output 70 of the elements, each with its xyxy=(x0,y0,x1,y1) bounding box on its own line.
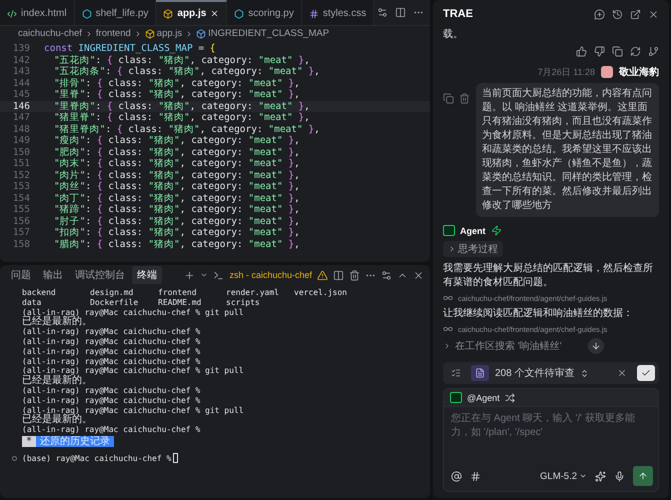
model-select[interactable]: GLM-5.2 xyxy=(540,470,587,482)
terminal-line: (all-in-rag) ray@Mac caichuchu-chef % xyxy=(22,425,202,435)
breadcrumb-item[interactable]: app.js xyxy=(144,28,182,39)
agent-message: 让我继续阅读匹配逻辑和响油鳝丝的数据： xyxy=(443,307,634,321)
code-line: 150 "肥肉": { class: "猪肉", category: "meat" }, xyxy=(12,146,301,158)
editor-tab[interactable]: shelf_life.py xyxy=(74,0,156,25)
code-line: 144 "排骨": { class: "猪肉", category: "meat" }, xyxy=(12,78,301,89)
user-message: 当前页面大厨总结的功能，内容有点问题。以 响油鳝丝 这道菜举例。这里面只有猪油没有猪肉，而且也没有蔬菜作为食材原料。但是大厨总结出现了猪油和蔬菜类的总结。我希望这里不应该出现猪肉，鱼虾水产（鳝鱼不是鱼），蔬菜类的总结知识。同样的类比管理，检查一下所有的菜。然后修改并最后列出修改了哪些地方 xyxy=(476,83,659,217)
panel-tab[interactable]: 调试控制台 xyxy=(70,266,130,284)
message-text: 载。 xyxy=(443,28,464,42)
file-name: scripts xyxy=(226,298,261,308)
terminal-line: (all-in-rag) ray@Mac caichuchu-chef % xyxy=(22,336,202,347)
agent-name: Agent xyxy=(460,226,486,236)
chat-input[interactable]: 您正在与 Agent 聊天，输入 '/' 获取更多能力，如 '/plan', '/spec' xyxy=(444,407,658,466)
panel-tab[interactable]: 问题 xyxy=(6,266,36,284)
code-line: 151 "肉末": { class: "猪肉", category: "meat" }, xyxy=(12,158,301,170)
file-name: data xyxy=(22,298,42,308)
panel-title: TRAE xyxy=(443,8,473,20)
terminal-line: 已经是最新的。 xyxy=(22,317,92,328)
thinking-toggle[interactable]: 思考过程 xyxy=(443,241,503,257)
breadcrumb-item[interactable]: frontend xyxy=(96,28,131,39)
terminal-prompt: (base) ray@Mac caichuchu-chef % xyxy=(22,452,172,464)
file-name: frontend xyxy=(158,288,198,298)
editor-tab[interactable]: index.html xyxy=(0,0,75,25)
code-line: 157 "扣肉": { class: "猪肉", category: "meat" }, xyxy=(12,227,301,238)
panel-tab[interactable]: 终端 xyxy=(132,266,162,284)
file-name: vercel.json xyxy=(294,288,348,298)
editor-tab[interactable]: scoring.py xyxy=(227,0,302,25)
code-line: 143 "五花肉条": { class: "猪肉", category: "meat" }, xyxy=(12,66,321,78)
file-name: Dockerfile xyxy=(90,298,140,308)
breadcrumb-item[interactable]: INGREDIENT_CLASS_MAP xyxy=(196,28,330,39)
chat-input-box[interactable]: @Agent 您正在与 Agent 聊天，输入 '/' 获取更多能力，如 '/plan', '/spec' GLM-5.2 xyxy=(443,388,659,492)
panel-tab[interactable]: 输出 xyxy=(38,266,68,284)
code-line: 155 "猪蹄": { class: "猪肉", category: "meat" }, xyxy=(12,204,301,216)
code-line: 154 "肉丁": { class: "猪肉", category: "meat" }, xyxy=(12,192,301,204)
code-line: 139 const INGREDIENT_CLASS_MAP = { xyxy=(12,43,217,54)
terminal-line: (all-in-rag) ray@Mac caichuchu-chef % xyxy=(22,386,202,396)
editor-tab[interactable]: styles.css xyxy=(302,0,374,25)
code-line: 153 "肉丝": { class: "猪肉", category: "meat" }, xyxy=(12,181,301,192)
search-step[interactable]: 在工作区搜索 '响油鳝丝' xyxy=(455,339,562,353)
history-key: * xyxy=(22,436,36,447)
code-line: 142 "五花肉": { class: "猪肉", category: "meat" }, xyxy=(12,54,311,66)
code-line: 147 "猪里脊": { class: "猪肉", category: "meat" }, xyxy=(12,112,311,124)
code-line: 148 "猪里脊肉": { class: "猪肉", category: "meat" }, xyxy=(12,124,321,135)
agent-message: 我需要先理解大厨总结的匹配逻辑，然后检查所有菜谱的食材匹配问题。 xyxy=(443,262,654,290)
terminal-line: (all-in-rag) ray@Mac caichuchu-chef % xyxy=(22,327,202,337)
review-count[interactable]: 208 个文件待审查 xyxy=(495,366,574,380)
message-time: 7月26日 11:28 xyxy=(538,66,595,78)
file-name: design.md xyxy=(90,288,134,298)
terminal-name[interactable]: zsh - caichuchu-chef xyxy=(229,270,312,280)
terminal-line: 已经是最新的。 xyxy=(22,376,92,386)
terminal-line: (all-in-rag) ray@Mac caichuchu-chef % xyxy=(22,346,202,357)
file-name: backend xyxy=(22,288,57,298)
file-name: README.md xyxy=(158,298,202,308)
code-line: 145 "里脊": { class: "猪肉", category: "meat" }, xyxy=(12,89,301,100)
agent-mention: @Agent xyxy=(467,392,500,402)
user-name: 敬业海豹 xyxy=(619,66,659,79)
code-line: 158 "腊肉": { class: "猪肉", category: "meat" }, xyxy=(12,238,301,250)
terminal-line: (all-in-rag) ray@Mac caichuchu-chef % git pull xyxy=(22,406,245,415)
editor-tab[interactable]: app.js xyxy=(156,0,228,25)
terminal-line: (all-in-rag) ray@Mac caichuchu-chef % xyxy=(22,396,202,406)
code-line: 152 "肉片": { class: "猪肉", category: "meat" }, xyxy=(12,170,301,181)
code-line: 156 "肘子": { class: "猪肉", category: "meat" }, xyxy=(12,216,301,227)
terminal-line: (all-in-rag) ray@Mac caichuchu-chef % xyxy=(22,356,202,366)
file-name: render.yaml xyxy=(226,288,280,298)
terminal-line: 已经是最新的。 xyxy=(22,415,92,426)
code-line: 149 "瘦肉": { class: "猪肉", category: "meat" }, xyxy=(12,135,301,146)
terminal-line: (all-in-rag) ray@Mac caichuchu-chef % git pull xyxy=(22,308,245,317)
terminal-line: (all-in-rag) ray@Mac caichuchu-chef % git pull xyxy=(22,366,245,376)
breadcrumb-item[interactable]: caichuchu-chef xyxy=(18,28,82,39)
